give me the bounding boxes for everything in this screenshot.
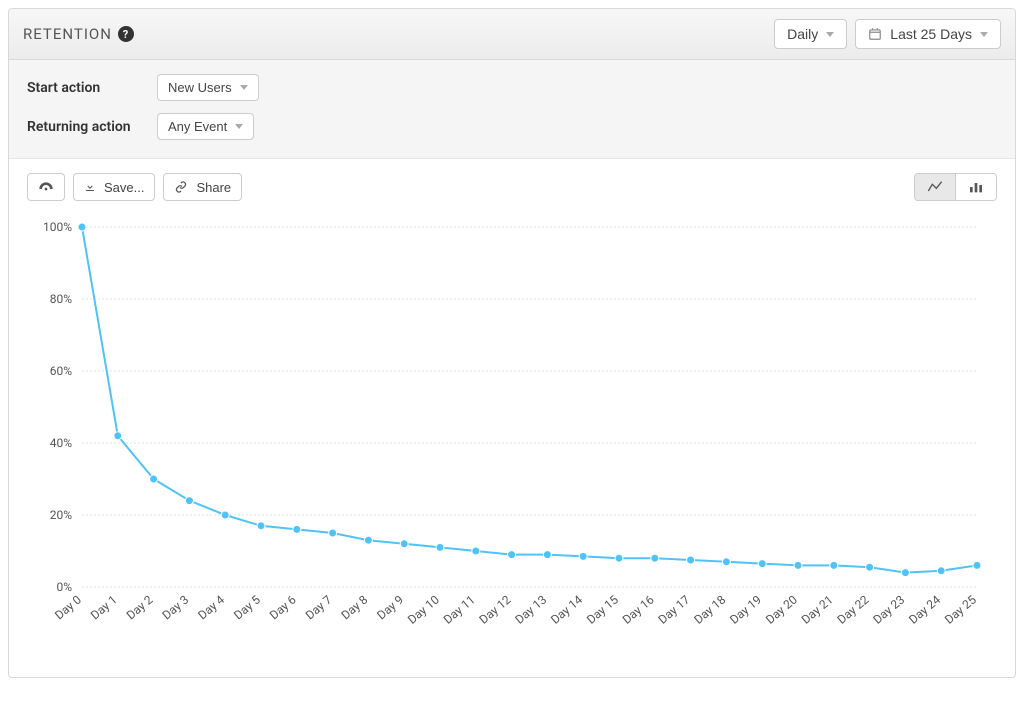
toolbar-left: Save... Share bbox=[27, 173, 242, 201]
svg-text:Day 11: Day 11 bbox=[441, 593, 478, 627]
chevron-down-icon bbox=[980, 32, 988, 37]
svg-text:Day 24: Day 24 bbox=[906, 592, 943, 626]
svg-text:Day 25: Day 25 bbox=[942, 592, 979, 626]
link-icon bbox=[174, 181, 188, 193]
share-button[interactable]: Share bbox=[163, 173, 242, 201]
start-action-value: New Users bbox=[168, 80, 232, 95]
download-icon bbox=[84, 181, 96, 193]
filter-section: Start action New Users Returning action … bbox=[9, 60, 1015, 159]
svg-text:0%: 0% bbox=[56, 580, 72, 594]
svg-text:Day 10: Day 10 bbox=[405, 592, 442, 626]
svg-text:20%: 20% bbox=[50, 508, 72, 522]
svg-text:Day 3: Day 3 bbox=[160, 593, 192, 623]
svg-text:Day 2: Day 2 bbox=[124, 592, 156, 622]
svg-text:Day 12: Day 12 bbox=[477, 592, 514, 626]
date-range-label: Last 25 Days bbox=[890, 26, 972, 42]
save-button[interactable]: Save... bbox=[73, 173, 155, 201]
header-controls: Daily Last 25 Days bbox=[774, 19, 1001, 49]
svg-text:40%: 40% bbox=[50, 436, 72, 450]
svg-text:Day 1: Day 1 bbox=[88, 593, 120, 623]
svg-text:Day 0: Day 0 bbox=[52, 592, 84, 622]
svg-text:Day 8: Day 8 bbox=[339, 592, 371, 622]
svg-text:Day 15: Day 15 bbox=[584, 592, 621, 626]
svg-text:Day 13: Day 13 bbox=[512, 593, 549, 627]
svg-text:Day 17: Day 17 bbox=[656, 592, 693, 626]
chevron-down-icon bbox=[235, 124, 243, 129]
chart-type-toggle bbox=[914, 173, 997, 201]
retention-chart: 0%20%40%60%80%100%Day 0Day 1Day 2Day 3Da… bbox=[9, 207, 1015, 677]
chart-svg: 0%20%40%60%80%100%Day 0Day 1Day 2Day 3Da… bbox=[27, 217, 997, 647]
bar-chart-icon bbox=[968, 180, 984, 194]
retention-panel: RETENTION ? Daily Last 25 Days bbox=[8, 8, 1016, 678]
granularity-select[interactable]: Daily bbox=[774, 19, 847, 49]
svg-text:Day 5: Day 5 bbox=[231, 592, 263, 622]
start-action-row: Start action New Users bbox=[27, 74, 997, 101]
panel-header: RETENTION ? Daily Last 25 Days bbox=[9, 9, 1015, 60]
toolbar-right bbox=[914, 173, 997, 201]
chevron-down-icon bbox=[240, 85, 248, 90]
granularity-label: Daily bbox=[787, 26, 818, 42]
panel-title: RETENTION ? bbox=[23, 25, 134, 43]
bar-chart-toggle[interactable] bbox=[955, 174, 996, 200]
svg-text:Day 14: Day 14 bbox=[548, 592, 585, 626]
svg-text:Day 18: Day 18 bbox=[691, 592, 728, 626]
title-text: RETENTION bbox=[23, 25, 112, 43]
svg-text:Day 20: Day 20 bbox=[763, 592, 800, 626]
gauge-icon bbox=[38, 180, 54, 194]
chevron-down-icon bbox=[826, 32, 834, 37]
returning-action-select[interactable]: Any Event bbox=[157, 113, 254, 140]
svg-text:Day 23: Day 23 bbox=[870, 593, 907, 627]
svg-text:Day 6: Day 6 bbox=[267, 592, 299, 622]
help-icon[interactable]: ? bbox=[118, 26, 134, 42]
share-label: Share bbox=[196, 180, 231, 195]
svg-text:Day 21: Day 21 bbox=[799, 593, 836, 627]
returning-action-row: Returning action Any Event bbox=[27, 113, 997, 140]
svg-text:60%: 60% bbox=[50, 364, 72, 378]
chart-toolbar: Save... Share bbox=[9, 159, 1015, 207]
start-action-select[interactable]: New Users bbox=[157, 74, 259, 101]
date-range-select[interactable]: Last 25 Days bbox=[855, 19, 1001, 49]
svg-text:Day 7: Day 7 bbox=[303, 592, 335, 622]
line-chart-icon bbox=[927, 180, 943, 194]
line-chart-toggle[interactable] bbox=[915, 174, 955, 200]
svg-text:Day 9: Day 9 bbox=[374, 593, 406, 623]
svg-text:100%: 100% bbox=[43, 220, 72, 234]
svg-text:Day 4: Day 4 bbox=[195, 592, 227, 622]
svg-text:Day 19: Day 19 bbox=[727, 593, 764, 627]
svg-text:Day 22: Day 22 bbox=[835, 592, 872, 626]
calendar-icon bbox=[868, 27, 882, 41]
start-action-label: Start action bbox=[27, 80, 157, 96]
returning-action-label: Returning action bbox=[27, 119, 157, 135]
returning-action-value: Any Event bbox=[168, 119, 227, 134]
save-label: Save... bbox=[104, 180, 144, 195]
svg-text:Day 16: Day 16 bbox=[620, 592, 657, 626]
svg-text:80%: 80% bbox=[50, 292, 72, 306]
dashboard-button[interactable] bbox=[27, 173, 65, 201]
